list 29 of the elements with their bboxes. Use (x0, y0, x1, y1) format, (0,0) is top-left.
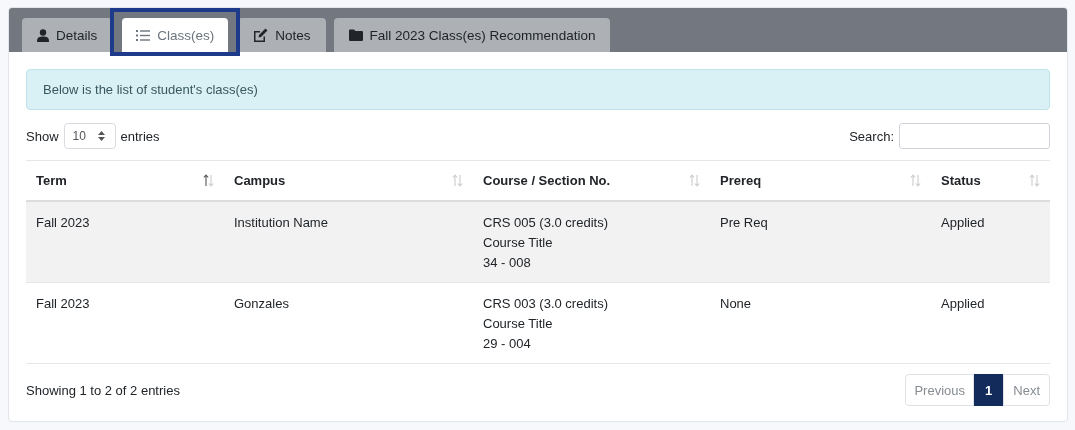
edit-icon (253, 28, 269, 42)
table-info: Showing 1 to 2 of 2 entries (26, 382, 180, 398)
search-label: Search: (849, 128, 894, 144)
sort-caret-icon (97, 131, 105, 141)
table-cell: CRS 003 (3.0 credits) Course Title 29 - 004 (473, 282, 710, 364)
table-cell: Pre Req (710, 201, 931, 283)
pagination-button[interactable]: Previous (905, 374, 975, 406)
entries-select[interactable]: 10 (63, 123, 116, 149)
show-label: Show (26, 128, 59, 144)
table-cell: Applied (931, 282, 1050, 364)
table-cell: Applied (931, 201, 1050, 283)
pagination-button[interactable]: 1 (974, 374, 1004, 406)
info-message: Below is the list of student's class(es) (26, 69, 1050, 110)
user-icon (37, 28, 49, 42)
table-cell: None (710, 282, 931, 364)
list-icon (136, 29, 151, 41)
table-cell: Fall 2023 (26, 282, 224, 364)
tab[interactable]: Notes (238, 18, 326, 52)
table-cell: Institution Name (224, 201, 473, 283)
search-field[interactable] (899, 123, 1050, 149)
table-cell: Fall 2023 (26, 201, 224, 283)
tab[interactable]: Details (22, 18, 113, 52)
tab[interactable]: Class(es) (122, 18, 229, 52)
entries-label: entries (120, 128, 160, 144)
table-cell: Gonzales (224, 282, 473, 364)
pagination-button[interactable]: Next (1003, 374, 1050, 406)
tab[interactable]: Fall 2023 Class(es) Recommendation (333, 18, 611, 52)
table-cell: CRS 005 (3.0 credits) Course Title 34 - 008 (473, 201, 710, 283)
folder-icon (348, 29, 363, 41)
